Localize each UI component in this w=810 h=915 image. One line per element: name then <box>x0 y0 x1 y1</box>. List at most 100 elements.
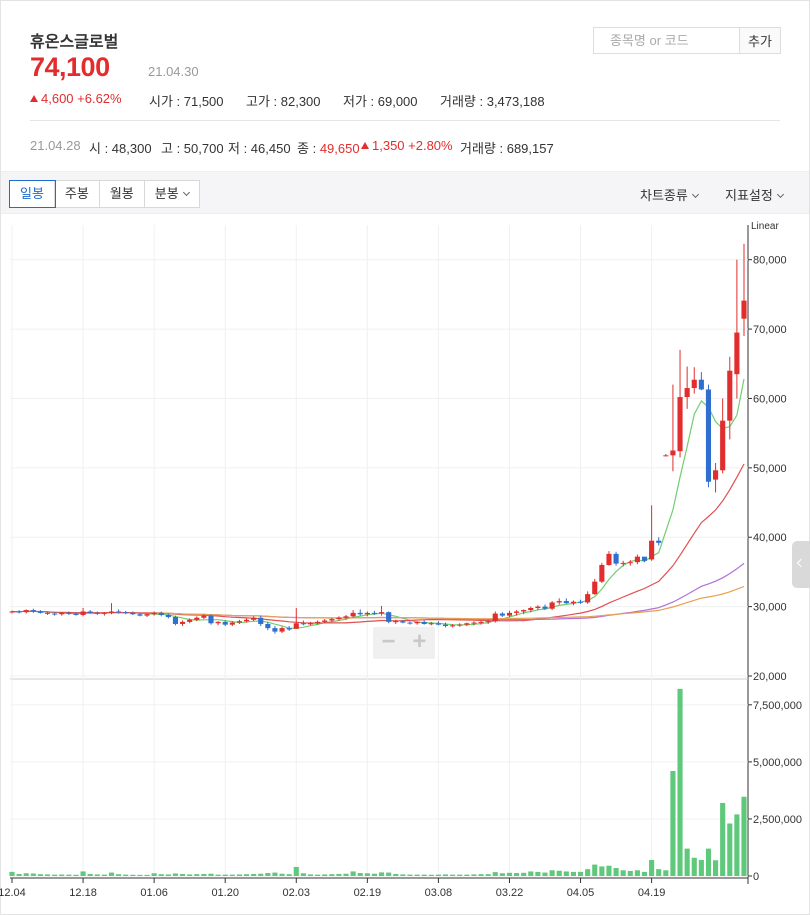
candle-body <box>44 612 51 614</box>
volume-bar <box>684 848 690 876</box>
volume-bar <box>464 874 470 876</box>
candle-body <box>87 611 93 613</box>
volume-bar <box>592 864 598 876</box>
price-tick-label: 80,000 <box>753 255 787 267</box>
candle-body <box>194 617 200 620</box>
volume-bar <box>734 814 740 876</box>
x-tick-label: 02.03 <box>283 887 311 899</box>
candle-body <box>215 621 221 624</box>
volume-bar <box>577 871 584 876</box>
volume-bar <box>435 874 441 876</box>
chevron-left-icon <box>796 558 806 568</box>
volume-tick-label: 5,000,000 <box>753 757 802 769</box>
ma120-line <box>154 585 745 620</box>
candle-body <box>421 621 427 624</box>
volume-bar <box>158 874 164 876</box>
tab-daily[interactable]: 일봉 <box>9 180 56 208</box>
price-tick-label: 70,000 <box>753 324 787 336</box>
candle-body <box>613 553 619 564</box>
candle-body <box>329 619 335 621</box>
candle-body <box>670 450 676 456</box>
candle-body <box>80 611 86 615</box>
volume-bar <box>457 874 463 876</box>
candle-body <box>101 612 107 614</box>
candle-body <box>428 623 434 625</box>
candle-body <box>506 612 513 616</box>
volume-bar <box>251 873 257 876</box>
candle-body <box>542 606 548 609</box>
candle-body <box>222 621 228 625</box>
candle-body <box>123 612 129 614</box>
candle-body <box>37 611 43 613</box>
candle-body <box>9 611 15 613</box>
candle-body <box>691 379 697 389</box>
volume-bar <box>130 874 136 876</box>
price-tick-label: 60,000 <box>753 393 787 405</box>
price-tick-label: 20,000 <box>753 671 787 683</box>
volume-bar <box>300 873 306 876</box>
stock-chart[interactable]: 12.04 12.18 01.06 01.20 02.03 02.19 03.08 03.22… <box>0 0 810 915</box>
volume-bar <box>492 872 498 876</box>
volume-bar <box>599 866 605 876</box>
candle-body <box>158 612 164 615</box>
volume-bar <box>542 872 548 876</box>
volume-bar <box>151 873 157 876</box>
volume-bar <box>329 874 335 876</box>
volume-bar <box>386 872 392 876</box>
candle-body <box>144 614 150 616</box>
candle-body <box>727 370 733 421</box>
candle-body <box>563 601 569 604</box>
volume-bar <box>393 873 399 876</box>
volume-bar <box>705 848 712 876</box>
candle-body <box>734 332 740 375</box>
volume-bar <box>172 873 179 876</box>
volume-bar <box>450 874 456 876</box>
candle-body <box>620 562 626 564</box>
candle-body <box>108 611 115 613</box>
candle-body <box>180 621 186 624</box>
zoom-out-button[interactable]: − <box>373 627 404 659</box>
zoom-in-button[interactable]: + <box>404 627 435 659</box>
volume-bar <box>656 869 662 876</box>
candle-body <box>656 540 662 543</box>
volume-bar <box>549 870 555 876</box>
volume-bar <box>471 874 477 876</box>
volume-bar <box>293 866 299 876</box>
x-tick-label: 04.19 <box>638 887 666 899</box>
volume-bar <box>563 871 569 876</box>
candle-body <box>549 602 555 609</box>
volume-bar <box>371 873 378 876</box>
volume-bar <box>606 865 612 876</box>
volume-bar <box>116 874 122 876</box>
candle-body <box>471 622 477 624</box>
candle-body <box>137 614 143 616</box>
volume-bar <box>378 872 385 876</box>
candle-body <box>577 601 584 603</box>
side-panel-toggle[interactable] <box>792 541 810 588</box>
volume-bar <box>620 870 626 876</box>
volume-bar <box>101 874 107 876</box>
volume-bar <box>677 688 683 876</box>
candle-body <box>357 612 363 615</box>
volume-bar <box>201 873 207 876</box>
volume-bar <box>16 873 22 876</box>
candle-body <box>485 621 491 623</box>
volume-bar <box>87 873 93 876</box>
candle-body <box>201 615 207 618</box>
candle-body <box>585 594 591 603</box>
volume-bar <box>208 873 214 876</box>
candle-body <box>315 621 321 624</box>
volume-bar <box>243 874 250 876</box>
x-tick-label: 02.19 <box>354 887 382 899</box>
volume-bar <box>123 874 129 876</box>
volume-bar <box>570 871 576 876</box>
volume-bar <box>30 873 36 876</box>
candle-body <box>570 601 576 604</box>
x-tick-label: 01.20 <box>211 887 239 899</box>
volume-bar <box>236 874 242 876</box>
candle-body <box>464 623 470 625</box>
volume-bar <box>94 874 100 876</box>
candle-body <box>52 613 58 615</box>
candle-body <box>393 621 399 623</box>
candle-body <box>130 612 136 615</box>
